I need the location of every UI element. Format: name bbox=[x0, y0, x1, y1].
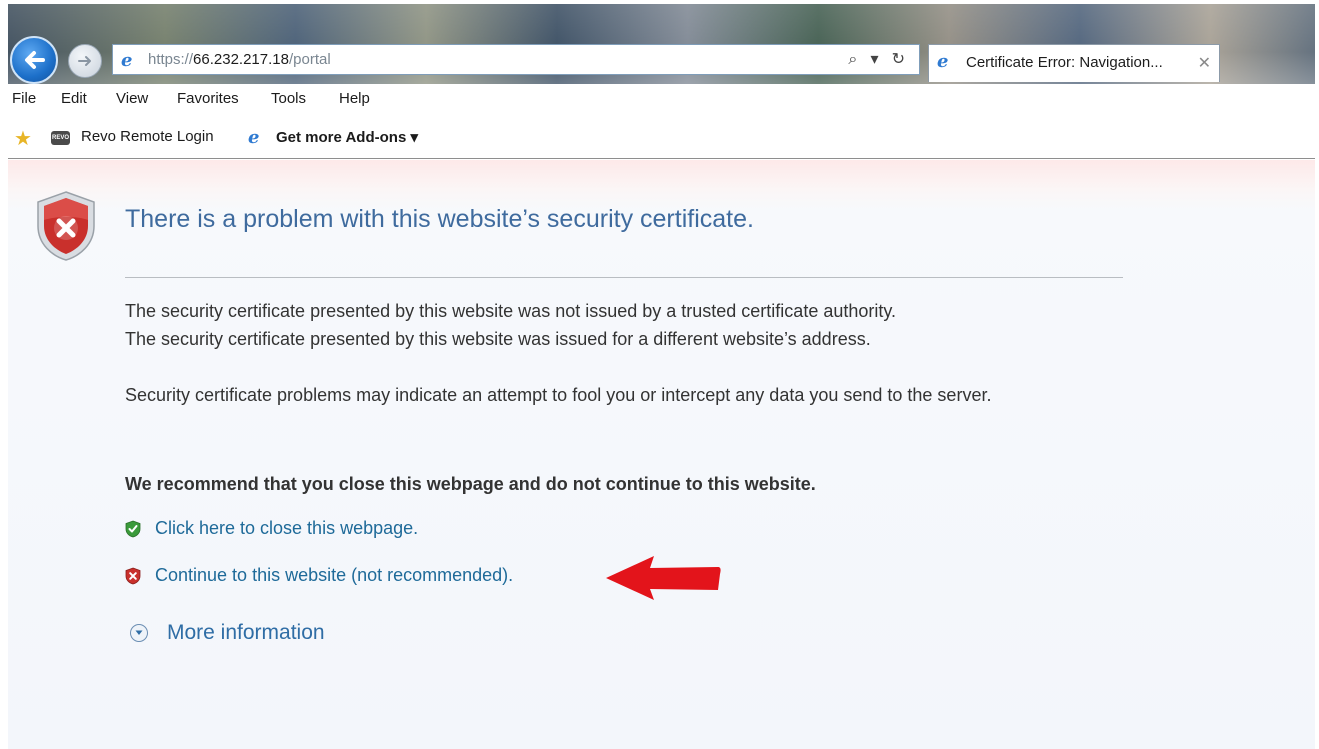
green-shield-icon bbox=[125, 520, 141, 537]
internet-explorer-icon: e bbox=[937, 51, 949, 72]
cert-reason-untrusted: The security certificate presented by th… bbox=[125, 301, 897, 321]
internet-explorer-icon: e bbox=[121, 50, 133, 71]
menu-tools[interactable]: Tools bbox=[271, 90, 306, 107]
more-information-row: More information bbox=[130, 621, 325, 645]
menu-file[interactable]: File bbox=[12, 90, 36, 107]
close-webpage-link[interactable]: Click here to close this webpage. bbox=[155, 518, 418, 539]
forward-button[interactable] bbox=[68, 44, 102, 78]
certificate-error-page: There is a problem with this website’s s… bbox=[8, 160, 1315, 749]
security-warning-text: Security certificate problems may indica… bbox=[125, 385, 992, 405]
back-arrow-icon bbox=[25, 51, 45, 69]
tab-title: Certificate Error: Navigation... bbox=[966, 54, 1163, 71]
address-bar[interactable]: e https://66.232.217.18/portal ⌕ ▾ ↻ bbox=[112, 44, 920, 75]
red-arrow-annotation bbox=[606, 556, 721, 600]
divider bbox=[125, 277, 1123, 278]
chevron-down-circle-icon[interactable] bbox=[130, 624, 148, 642]
url-host: 66.232.217.18 bbox=[193, 51, 289, 68]
error-shield-icon bbox=[37, 191, 95, 261]
red-shield-icon bbox=[125, 567, 141, 584]
close-tab-icon[interactable]: ✕ bbox=[1198, 53, 1211, 72]
continue-website-row: Continue to this website (not recommende… bbox=[125, 565, 513, 586]
menu-view[interactable]: View bbox=[116, 90, 148, 107]
favorites-star-icon[interactable]: ★ bbox=[14, 126, 32, 151]
url-scheme: https:// bbox=[148, 51, 194, 68]
recommendation-text: We recommend that you close this webpage… bbox=[125, 474, 816, 494]
cert-reason-mismatch: The security certificate presented by th… bbox=[125, 329, 871, 349]
get-more-addons-button[interactable]: Get more Add-ons ▾ bbox=[276, 128, 418, 146]
internet-explorer-icon: e bbox=[248, 127, 260, 148]
menu-help[interactable]: Help bbox=[339, 90, 370, 107]
more-information-link[interactable]: More information bbox=[167, 621, 325, 645]
forward-arrow-icon bbox=[78, 56, 91, 66]
menu-edit[interactable]: Edit bbox=[61, 90, 87, 107]
page-title: There is a problem with this website’s s… bbox=[125, 205, 754, 233]
search-refresh-icons[interactable]: ⌕ ▾ ↻ bbox=[848, 49, 909, 69]
back-button[interactable] bbox=[10, 36, 58, 84]
continue-to-website-link[interactable]: Continue to this website (not recommende… bbox=[155, 565, 513, 586]
address-url[interactable]: https://66.232.217.18/portal bbox=[148, 51, 331, 68]
favorites-bar: ★ REVO Revo Remote Login e Get more Add-… bbox=[8, 118, 1315, 159]
favorite-revo-remote-login[interactable]: Revo Remote Login bbox=[81, 128, 214, 145]
tab-certificate-error[interactable]: e Certificate Error: Navigation... ✕ bbox=[928, 44, 1220, 82]
revo-icon: REVO bbox=[51, 131, 70, 145]
menu-favorites[interactable]: Favorites bbox=[177, 90, 239, 107]
close-webpage-row: Click here to close this webpage. bbox=[125, 518, 418, 539]
menu-bar: File Edit View Favorites Tools Help bbox=[8, 86, 1315, 114]
url-path: /portal bbox=[288, 51, 331, 68]
